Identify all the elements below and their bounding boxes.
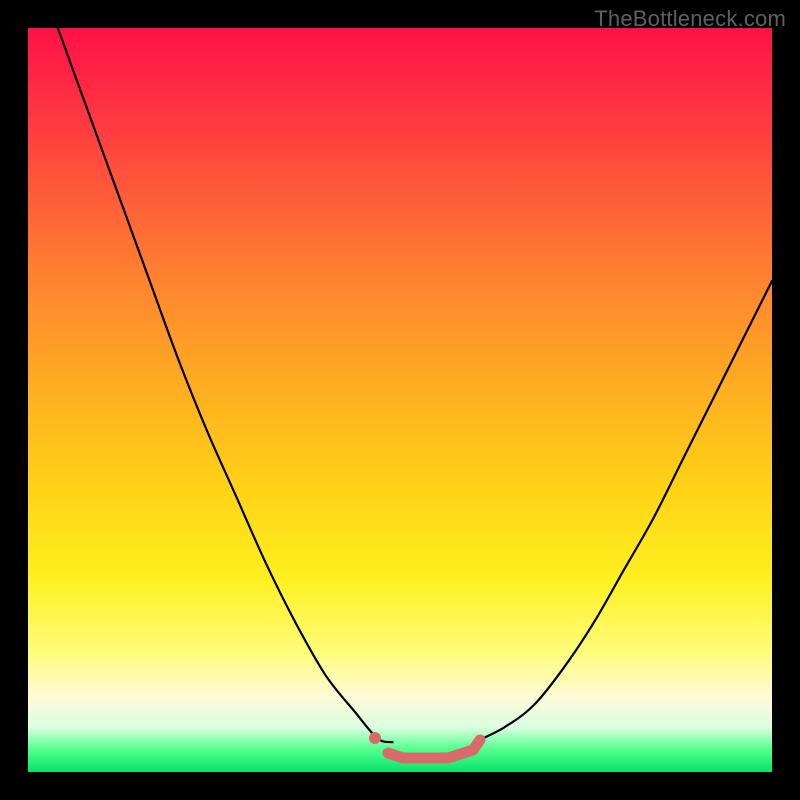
trough-marker-dot <box>369 732 381 744</box>
curves-svg <box>28 28 772 772</box>
chart-frame: TheBottleneck.com <box>0 0 800 800</box>
plot-area <box>28 28 772 772</box>
left-curve <box>58 28 393 742</box>
right-curve <box>474 281 772 742</box>
trough-marker-segment <box>388 740 480 758</box>
watermark-text: TheBottleneck.com <box>594 6 786 32</box>
